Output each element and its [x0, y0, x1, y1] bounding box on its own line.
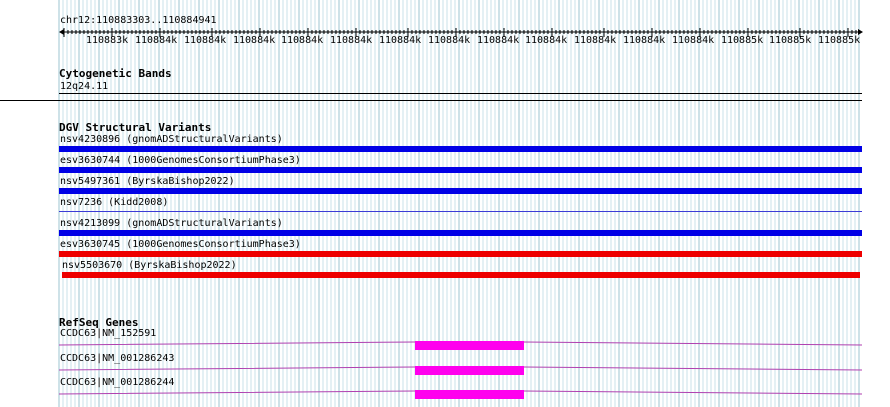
variant-label: nsv5497361 (ByrskaBishop2022)	[60, 176, 235, 187]
cytoband-label: 12q24.11	[60, 81, 109, 92]
tick-label: 110884k	[184, 35, 227, 46]
location-label: chr12:110883303..110884941	[60, 15, 217, 26]
gene-model[interactable]	[0, 338, 890, 354]
cytobands-track-title[interactable]: Cytogenetic Bands	[59, 67, 172, 80]
variant-feature[interactable]	[59, 146, 862, 152]
variant-feature[interactable]	[59, 167, 862, 173]
variant-label: nsv7236 (Kidd2008)	[60, 197, 169, 208]
tick-label: 110884k	[623, 35, 666, 46]
variant-label: esv3630745 (1000GenomesConsortiumPhase3)	[60, 239, 301, 250]
tick-label: 110884k	[379, 35, 422, 46]
genome-browser-view: chr12:110883303..110884941 110883k 11088…	[0, 0, 890, 407]
tick-label: 110884k	[281, 35, 324, 46]
tick-label: 110884k	[525, 35, 568, 46]
tick-label: 110884k	[574, 35, 617, 46]
variant-label: nsv4213099 (gnomADStructuralVariants)	[60, 218, 283, 229]
variant-feature[interactable]	[59, 188, 862, 194]
cytoband-feature[interactable]	[59, 93, 862, 94]
variant-feature[interactable]	[59, 251, 862, 257]
dgv-track-title[interactable]: DGV Structural Variants	[59, 121, 211, 134]
tick-label: 110884k	[233, 35, 276, 46]
variant-feature-thin[interactable]	[59, 211, 862, 212]
variant-feature[interactable]	[62, 272, 860, 278]
ruler-left-arrow-icon	[59, 29, 64, 35]
tick-label: 110884k	[428, 35, 471, 46]
variant-label: nsv4230896 (gnomADStructuralVariants)	[60, 134, 283, 145]
tick-label: 110885k	[818, 35, 861, 46]
tick-label: 110885k	[721, 35, 764, 46]
tick-label: 110884k	[477, 35, 520, 46]
variant-label: nsv5503670 (ByrskaBishop2022)	[62, 260, 237, 271]
tick-label: 110884k	[135, 35, 178, 46]
tick-label: 110884k	[672, 35, 715, 46]
tick-label: 110884k	[330, 35, 373, 46]
variant-feature[interactable]	[59, 230, 862, 236]
gene-model[interactable]	[0, 387, 890, 403]
variant-label: esv3630744 (1000GenomesConsortiumPhase3)	[60, 155, 301, 166]
tick-label: 110883k	[86, 35, 129, 46]
tick-label: 110885k	[769, 35, 812, 46]
track-divider	[0, 100, 862, 101]
